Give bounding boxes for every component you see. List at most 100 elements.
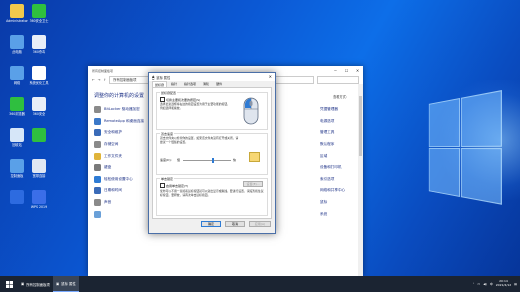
speed-slider[interactable] bbox=[183, 157, 231, 163]
wps-icon bbox=[32, 190, 46, 204]
view-by-label[interactable]: 查看方式： bbox=[333, 94, 349, 99]
tab-4[interactable]: 硬件 bbox=[213, 80, 225, 87]
control-panel-item[interactable]: 管理工具 bbox=[320, 127, 345, 139]
tab-2[interactable]: 指针选项 bbox=[181, 80, 199, 87]
network-icon bbox=[10, 66, 24, 80]
control-panel-item[interactable]: 轻松使用设置中心 bbox=[94, 174, 144, 186]
desktop-icon[interactable]: WPS 2019 bbox=[24, 190, 54, 209]
control-panel-item[interactable]: 日期和时间 bbox=[94, 185, 144, 197]
click-lock-desc: 使你可以不用一直按着鼠标按钮就可以突出显示或拖拽。要进行设置，请短暂按住鼠标按钮… bbox=[160, 189, 264, 197]
control-panel-items: BitLocker 驱动器加密 RemoteApp 和桌面连接 安全和维护存储空间工… bbox=[94, 104, 144, 220]
control-panel-item[interactable]: 设备和打印机 bbox=[320, 162, 345, 174]
start-button[interactable] bbox=[0, 276, 18, 292]
broadband-icon bbox=[32, 159, 46, 173]
item-icon bbox=[94, 199, 101, 207]
taskbar-app-label: 所有控制面板项 bbox=[26, 282, 50, 287]
cancel-button[interactable]: 取消 bbox=[225, 221, 245, 227]
test-folder-icon[interactable] bbox=[249, 152, 260, 162]
desktop-icon-label: 360杀毒 bbox=[32, 50, 46, 54]
item-label: 工作文件夹 bbox=[104, 153, 122, 158]
item-label: 日期和时间 bbox=[104, 188, 122, 193]
control-panel-item[interactable]: 鼠标 bbox=[320, 197, 345, 209]
control-panel-item[interactable]: 索引选项 bbox=[320, 174, 345, 186]
document-icon bbox=[32, 66, 46, 80]
desktop-icon-label: WPS 2019 bbox=[30, 205, 48, 209]
desktop-icon[interactable]: 宽带连接 bbox=[24, 159, 54, 178]
page-title: 调整你的计算机的设置 bbox=[94, 93, 145, 99]
desktop-icon[interactable]: 360安全 bbox=[24, 97, 54, 116]
ie-icon bbox=[32, 128, 46, 142]
item-label: 键盘 bbox=[104, 165, 112, 170]
control-panel-item[interactable]: 安全和维护 bbox=[94, 127, 144, 139]
control-panel-item[interactable]: BitLocker 驱动器加密 bbox=[94, 104, 144, 116]
item-label: BitLocker 驱动器加密 bbox=[104, 107, 140, 112]
item-label: RemoteApp 和桌面连接 bbox=[104, 118, 144, 123]
tab-panel: 鼠标键配置 切换主要和次要的按钮(S) 选择此复选框将右边的按钮设置为用于主要功… bbox=[152, 87, 272, 219]
window-title: 所有控制面板项 bbox=[92, 68, 114, 73]
up-icon[interactable]: ↑ bbox=[104, 78, 107, 82]
shield-icon bbox=[32, 4, 46, 18]
minimize-icon[interactable]: ─ bbox=[330, 66, 341, 75]
mouse-properties-dialog[interactable]: 🖱 鼠标 属性 ✕ 鼠标键 指针 指针选项 滑轮 硬件 鼠标键配置 切换主要和次要的按钮… bbox=[148, 72, 276, 234]
close-icon[interactable]: ✕ bbox=[352, 66, 363, 75]
clock[interactable]: 20:14 2021/4/12 bbox=[496, 280, 511, 287]
desktop-icon-label: 360安全卫士 bbox=[29, 19, 49, 23]
click-lock-checkbox[interactable]: 启用单击锁定(T) bbox=[160, 183, 188, 188]
control-panel-item[interactable]: 区域 bbox=[320, 150, 345, 162]
sogou-icon bbox=[10, 190, 24, 204]
user-folder-icon bbox=[10, 4, 24, 18]
search-input[interactable] bbox=[317, 75, 359, 84]
desktop-icon-label: 回收站 bbox=[12, 143, 22, 147]
control-panel-items-right: 凭据管理器 电源选项 管理工具 默认程序 区域 设备和打印机 索引选项 网络和共享中心 鼠标 系统 bbox=[320, 104, 345, 220]
control-panel-item[interactable]: 存储空间 bbox=[94, 139, 144, 151]
dialog-title: 鼠标 属性 bbox=[156, 75, 171, 80]
computer-icon bbox=[10, 35, 24, 49]
scrollbar[interactable] bbox=[358, 84, 363, 276]
control-panel-item[interactable] bbox=[94, 208, 144, 220]
maximize-icon[interactable]: ☐ bbox=[341, 66, 352, 75]
tab-3[interactable]: 滑轮 bbox=[200, 80, 212, 87]
taskbar-app-label: 鼠标 属性 bbox=[61, 282, 76, 286]
volume-icon[interactable]: ◀) bbox=[483, 282, 486, 286]
control-panel-item[interactable]: 默认程序 bbox=[320, 139, 345, 151]
ime-indicator[interactable]: 中 bbox=[490, 282, 493, 286]
item-label: 安全和维护 bbox=[104, 130, 122, 135]
close-icon[interactable]: ✕ bbox=[269, 74, 272, 79]
item-icon bbox=[94, 141, 101, 149]
desktop-icon[interactable] bbox=[24, 128, 54, 143]
item-icon bbox=[94, 129, 101, 137]
network-icon[interactable]: ▭ bbox=[477, 282, 480, 286]
control-panel-item[interactable]: 系统 bbox=[320, 208, 345, 220]
taskbar-app[interactable]: ▣ 所有控制面板项 bbox=[18, 276, 53, 292]
desktop-icon[interactable]: 360杀毒 bbox=[24, 35, 54, 54]
item-icon bbox=[94, 152, 101, 160]
double-click-speed-group: 双击速度 双击文件夹以检查你的设置。如果该文件夹没有打开或关闭，请尝试一个慢些的… bbox=[156, 131, 268, 175]
slider-thumb[interactable] bbox=[211, 157, 214, 163]
item-icon bbox=[94, 164, 101, 172]
taskbar-app[interactable]: ▣ 鼠标 属性 bbox=[52, 276, 79, 292]
item-icon bbox=[94, 210, 101, 218]
item-icon bbox=[94, 175, 101, 183]
desktop-icon[interactable]: 360安全卫士 bbox=[24, 4, 54, 23]
control-panel-item[interactable]: 工作文件夹 bbox=[94, 150, 144, 162]
control-panel-item[interactable]: 电源选项 bbox=[320, 116, 345, 128]
control-panel-item[interactable]: 键盘 bbox=[94, 162, 144, 174]
back-icon[interactable]: ← bbox=[92, 78, 95, 82]
desktop-icon[interactable]: 系统优化工具 bbox=[24, 66, 54, 85]
settings-button[interactable]: 设置(E)... bbox=[243, 181, 263, 187]
control-panel-item[interactable]: 凭据管理器 bbox=[320, 104, 345, 116]
forward-icon[interactable]: → bbox=[98, 78, 101, 82]
control-panel-item[interactable]: 网络和共享中心 bbox=[320, 185, 345, 197]
desktop-icon-label: 宽带连接 bbox=[32, 174, 46, 178]
mouse-illustration-icon bbox=[243, 97, 259, 125]
safe-icon bbox=[32, 97, 46, 111]
taskbar-apps: ▣ 所有控制面板项 ▣ 鼠标 属性 bbox=[18, 276, 79, 292]
notification-icon[interactable]: ▤ bbox=[514, 282, 517, 286]
control-panel-item[interactable]: RemoteApp 和桌面连接 bbox=[94, 116, 144, 128]
ok-button[interactable]: 确定 bbox=[201, 221, 221, 227]
control-panel-item[interactable]: 声音 bbox=[94, 197, 144, 209]
apply-button[interactable]: 应用(A) bbox=[249, 221, 271, 227]
double-click-desc: 双击文件夹以检查你的设置。如果该文件夹没有打开或关闭，请尝试一个慢些的设置。 bbox=[160, 136, 239, 144]
chevron-up-icon[interactable]: ˄ bbox=[473, 282, 475, 286]
tab-1[interactable]: 指针 bbox=[168, 80, 180, 87]
